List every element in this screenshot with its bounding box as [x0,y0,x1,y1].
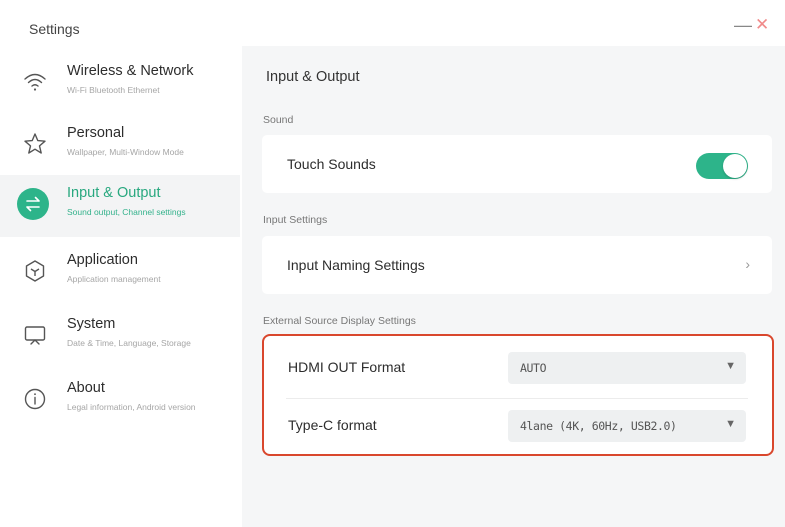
swap-arrows-icon [17,188,49,220]
sidebar-item-system[interactable]: System Date & Time, Language, Storage [0,306,240,368]
chevron-down-icon: ▼ [725,418,736,430]
sidebar-item-personal[interactable]: Personal Wallpaper, Multi-Window Mode [0,115,240,177]
sidebar: Wireless & Network Wi-Fi Bluetooth Ether… [0,46,243,527]
sidebar-item-subtitle: Wi-Fi Bluetooth Ethernet [67,85,160,95]
type-c-format-label: Type-C format [288,417,377,433]
monitor-icon [20,320,50,350]
sidebar-item-label: Wireless & Network [67,63,194,79]
info-icon [20,384,50,414]
sidebar-item-label: System [67,316,116,332]
hdmi-out-format-label: HDMI OUT Format [288,359,406,375]
close-button[interactable]: ✕ [755,16,769,34]
toggle-knob [723,154,747,178]
sidebar-item-application[interactable]: Application Application management [0,242,240,304]
sidebar-item-label: Application [67,252,138,268]
sound-section-label: Sound [263,114,294,126]
sidebar-item-label: Input & Output [67,185,161,201]
chevron-right-icon: › [745,256,750,272]
page-title: Input & Output [266,69,360,85]
wifi-icon [20,67,50,97]
touch-sounds-toggle[interactable] [696,153,748,179]
sidebar-item-subtitle: Date & Time, Language, Storage [67,338,191,348]
external-source-settings-box: HDMI OUT Format AUTO ▼ Type-C format 4la… [262,334,774,456]
sidebar-item-subtitle: Legal information, Android version [67,402,196,412]
input-naming-settings-label: Input Naming Settings [287,257,425,273]
sidebar-item-input-output[interactable]: Input & Output Sound output, Channel set… [0,175,240,237]
input-settings-label: Input Settings [263,214,328,226]
window-title: Settings [29,21,80,37]
hdmi-out-format-row: HDMI OUT Format AUTO ▼ [264,340,772,399]
sidebar-item-about[interactable]: About Legal information, Android version [0,370,240,432]
star-icon [20,129,50,159]
sidebar-item-subtitle: Sound output, Channel settings [67,207,186,217]
touch-sounds-label: Touch Sounds [287,156,376,172]
external-source-label: External Source Display Settings [263,315,416,327]
type-c-format-select[interactable]: 4lane (4K, 60Hz, USB2.0) ▼ [508,410,746,442]
hexagon-icon [20,256,50,286]
type-c-format-row: Type-C format 4lane (4K, 60Hz, USB2.0) ▼ [264,398,772,456]
sidebar-item-subtitle: Application management [67,274,161,284]
sidebar-item-wireless-network[interactable]: Wireless & Network Wi-Fi Bluetooth Ether… [0,53,240,115]
minimize-button[interactable]: — [734,16,752,34]
type-c-format-value: 4lane (4K, 60Hz, USB2.0) [520,419,677,433]
touch-sounds-row[interactable]: Touch Sounds [262,135,772,193]
title-bar: Settings — ✕ [0,0,785,47]
hdmi-out-format-select[interactable]: AUTO ▼ [508,352,746,384]
sidebar-item-label: Personal [67,125,125,141]
main-panel: Input & Output Sound Touch Sounds Input … [242,46,785,527]
input-naming-settings-row[interactable]: Input Naming Settings › [262,236,772,294]
hdmi-out-format-value: AUTO [520,361,547,375]
sidebar-item-subtitle: Wallpaper, Multi-Window Mode [67,147,184,157]
sidebar-item-label: About [67,380,105,396]
chevron-down-icon: ▼ [725,360,736,372]
